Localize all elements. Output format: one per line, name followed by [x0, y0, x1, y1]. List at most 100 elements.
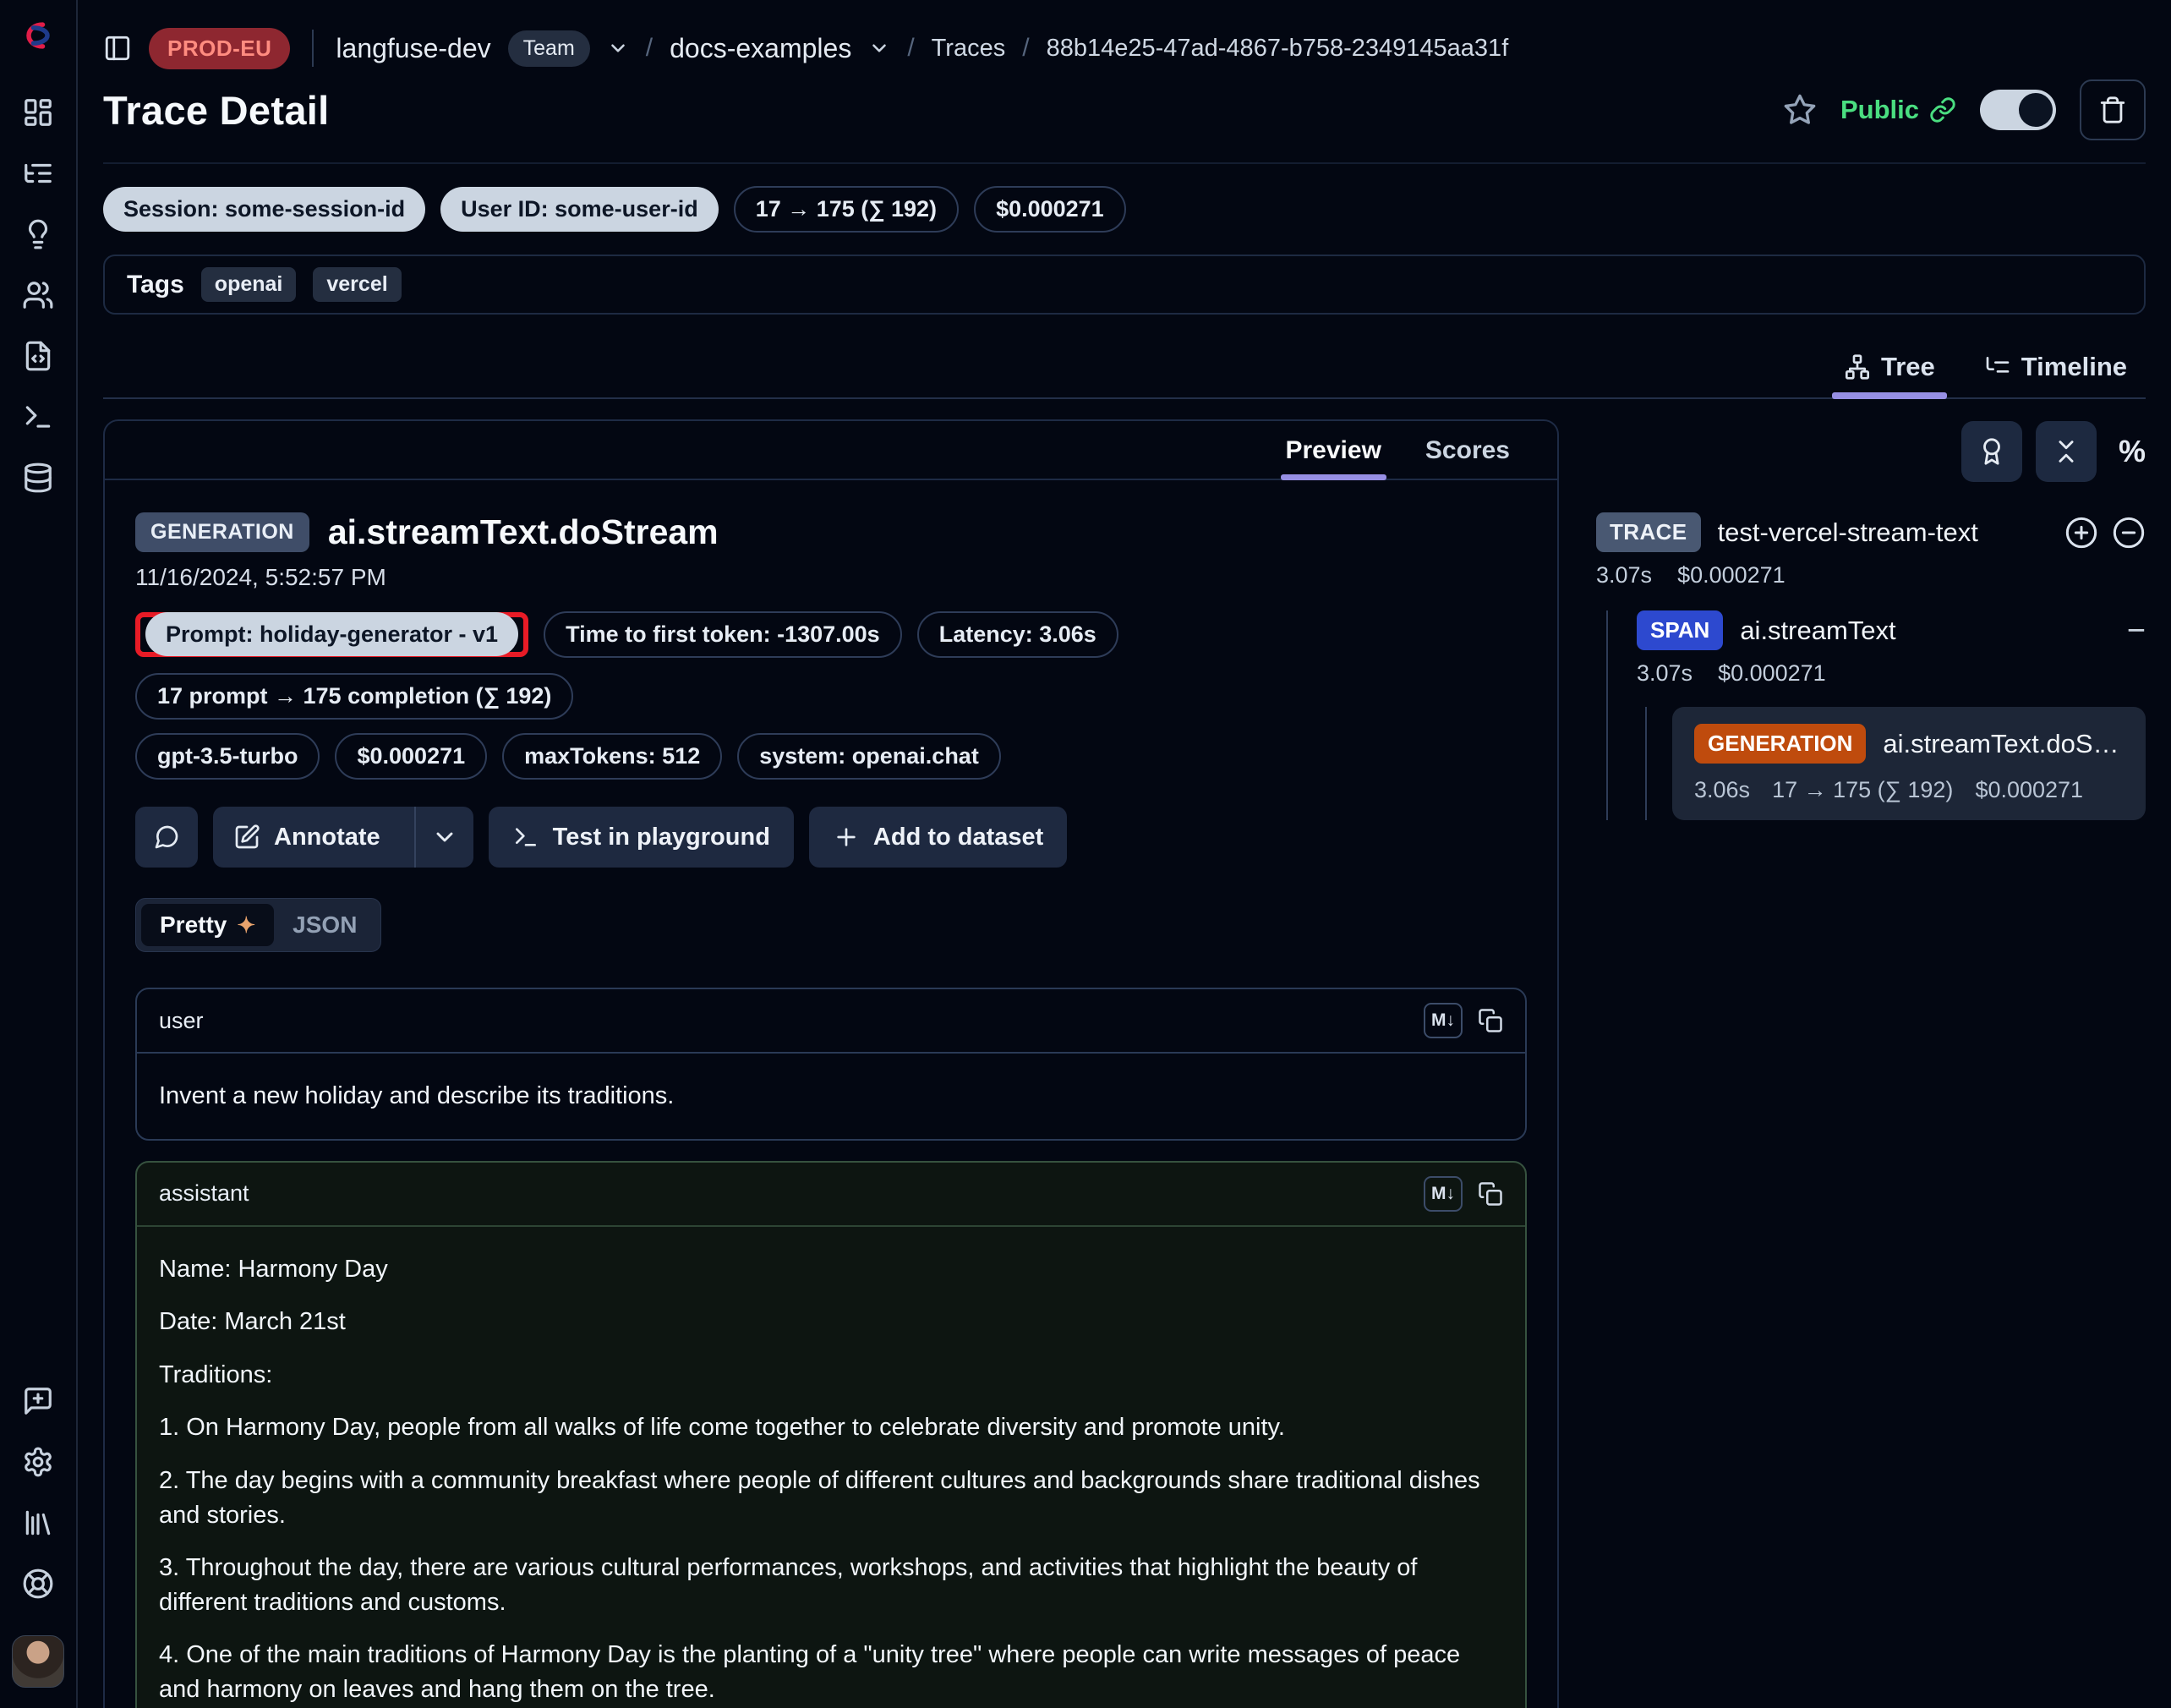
tag-chip[interactable]: openai [201, 267, 297, 302]
user-message-card: user M↓ Invent a new holiday and describ… [135, 988, 1527, 1141]
prompt-badge[interactable]: Prompt: holiday-generator - v1 [145, 612, 518, 656]
add-to-dataset-button[interactable]: Add to dataset [809, 807, 1067, 868]
assistant-message-body: Name: Harmony Day Date: March 21st Tradi… [137, 1227, 1525, 1708]
prompts-icon[interactable] [22, 340, 54, 372]
cost-badge: $0.000271 [974, 186, 1126, 233]
test-in-playground-button[interactable]: Test in playground [489, 807, 794, 868]
breadcrumb-section[interactable]: Traces [932, 35, 1006, 63]
span-stats: 3.07s $0.000271 [1637, 660, 2146, 687]
comment-button[interactable] [135, 807, 198, 868]
public-label: Public [1840, 95, 1919, 125]
tab-scores[interactable]: Scores [1425, 436, 1510, 479]
playground-icon[interactable] [22, 401, 54, 433]
system-badge: system: openai.chat [737, 733, 1001, 780]
chevron-down-icon[interactable] [607, 37, 629, 59]
timeline-icon [1984, 353, 2011, 380]
markdown-toggle-icon[interactable]: M↓ [1424, 1003, 1463, 1038]
trace-stats: 3.07s $0.000271 [1596, 562, 2146, 588]
trace-tree-panel: % TRACE test-vercel-stream-text 3.07s $0… [1596, 419, 2146, 820]
markdown-toggle-icon[interactable]: M↓ [1424, 1176, 1463, 1212]
tracing-icon[interactable] [22, 157, 54, 189]
annotate-label: Annotate [274, 824, 380, 851]
toggle-knob [2019, 93, 2053, 127]
message-role: user [159, 1008, 204, 1034]
span-latency: 3.07s [1637, 660, 1693, 687]
lightbulb-icon[interactable] [22, 218, 54, 250]
settings-gear-icon[interactable] [22, 1446, 54, 1478]
tree-node-trace[interactable]: TRACE test-vercel-stream-text [1596, 512, 2146, 552]
tab-preview[interactable]: Preview [1286, 436, 1381, 479]
public-link[interactable]: Public [1840, 95, 1956, 125]
format-toggle: Pretty ✦ JSON [135, 898, 381, 952]
pretty-label: Pretty [160, 911, 227, 939]
model-badge: gpt-3.5-turbo [135, 733, 320, 780]
tree-node-span[interactable]: SPAN ai.streamText − [1637, 610, 2146, 650]
panel-toggle-icon[interactable] [103, 34, 132, 63]
latency-badge: Latency: 3.06s [917, 611, 1118, 658]
annotate-dropdown-button[interactable] [414, 807, 473, 868]
breadcrumb-trace-id: 88b14e25-47ad-4867-b758-2349145aa31f [1047, 35, 1509, 63]
terminal-icon [512, 824, 539, 851]
langfuse-logo-icon[interactable] [19, 17, 57, 54]
trace-type-badge: TRACE [1596, 512, 1701, 552]
generation-row: GENERATION ai.streamText.doStream [1694, 724, 2124, 764]
breadcrumb: PROD-EU langfuse-dev Team / docs-example… [103, 0, 2146, 74]
tab-timeline-label: Timeline [2021, 352, 2127, 382]
feedback-icon[interactable] [22, 1385, 54, 1417]
message-text: Traditions: [159, 1358, 1503, 1393]
copy-icon[interactable] [1478, 1008, 1503, 1033]
generation-name: ai.streamText.doStream [1883, 729, 2124, 759]
assistant-message-header: assistant M↓ [137, 1163, 1525, 1227]
copy-icon[interactable] [1478, 1181, 1503, 1207]
datasets-icon[interactable] [22, 462, 54, 494]
message-role: assistant [159, 1180, 249, 1207]
session-badge[interactable]: Session: some-session-id [103, 187, 425, 232]
percent-toggle[interactable]: % [2119, 434, 2146, 469]
circle-minus-icon[interactable] [2112, 516, 2146, 550]
trace-detail-page: PROD-EU langfuse-dev Team / docs-example… [0, 0, 2171, 1708]
format-json-button[interactable]: JSON [274, 904, 375, 946]
chevron-down-icon[interactable] [868, 37, 890, 59]
span-type-badge: SPAN [1637, 610, 1723, 650]
span-name: ai.streamText [1740, 616, 1895, 646]
env-badge[interactable]: PROD-EU [149, 28, 290, 69]
support-lifebuoy-icon[interactable] [22, 1568, 54, 1600]
org-type-badge[interactable]: Team [508, 30, 590, 67]
annotate-button[interactable]: Annotate [213, 807, 401, 868]
delete-trace-button[interactable] [2080, 79, 2146, 140]
generation-badges-row2: gpt-3.5-turbo $0.000271 maxTokens: 512 s… [135, 733, 1527, 780]
users-icon[interactable] [22, 279, 54, 311]
format-pretty-button[interactable]: Pretty ✦ [141, 904, 274, 946]
playground-label: Test in playground [553, 824, 770, 851]
scores-award-button[interactable] [1961, 421, 2022, 482]
user-message-body: Invent a new holiday and describe its tr… [137, 1054, 1525, 1139]
message-text: Name: Harmony Day [159, 1252, 1503, 1287]
trace-latency: 3.07s [1596, 562, 1652, 588]
span-children: GENERATION ai.streamText.doStream 3.06s … [1645, 707, 2146, 820]
message-text: Date: March 21st [159, 1305, 1503, 1339]
meta-badges-row: Session: some-session-id User ID: some-u… [103, 186, 2146, 233]
tag-chip[interactable]: vercel [313, 267, 401, 302]
public-toggle[interactable] [1980, 90, 2056, 130]
tree-node-generation-selected[interactable]: GENERATION ai.streamText.doStream 3.06s … [1672, 707, 2146, 820]
user-message-header: user M↓ [137, 989, 1525, 1054]
tab-tree[interactable]: Tree [1825, 347, 1954, 397]
user-id-badge[interactable]: User ID: some-user-id [440, 187, 719, 232]
page-header: Trace Detail Public [103, 79, 2146, 140]
ttft-badge: Time to first token: -1307.00s [544, 611, 902, 658]
message-text: 2. The day begins with a community break… [159, 1464, 1503, 1532]
dashboard-icon[interactable] [22, 96, 54, 129]
avatar[interactable] [12, 1635, 64, 1688]
generation-stats: 3.06s 17 → 175 (∑ 192) $0.000271 [1694, 777, 2124, 803]
breadcrumb-project[interactable]: docs-examples [670, 33, 851, 64]
library-icon[interactable] [22, 1507, 54, 1539]
message-text: Invent a new holiday and describe its tr… [159, 1079, 1503, 1114]
collapse-node-icon[interactable]: − [2127, 615, 2146, 647]
tab-timeline[interactable]: Timeline [1966, 347, 2146, 397]
breadcrumb-org[interactable]: langfuse-dev [336, 33, 490, 64]
collapse-all-button[interactable] [2036, 421, 2097, 482]
circle-plus-icon[interactable] [2064, 516, 2098, 550]
content-split: Preview Scores GENERATION ai.streamText.… [103, 419, 2146, 1708]
favorite-star-icon[interactable] [1783, 93, 1817, 127]
page-title: Trace Detail [103, 87, 329, 134]
